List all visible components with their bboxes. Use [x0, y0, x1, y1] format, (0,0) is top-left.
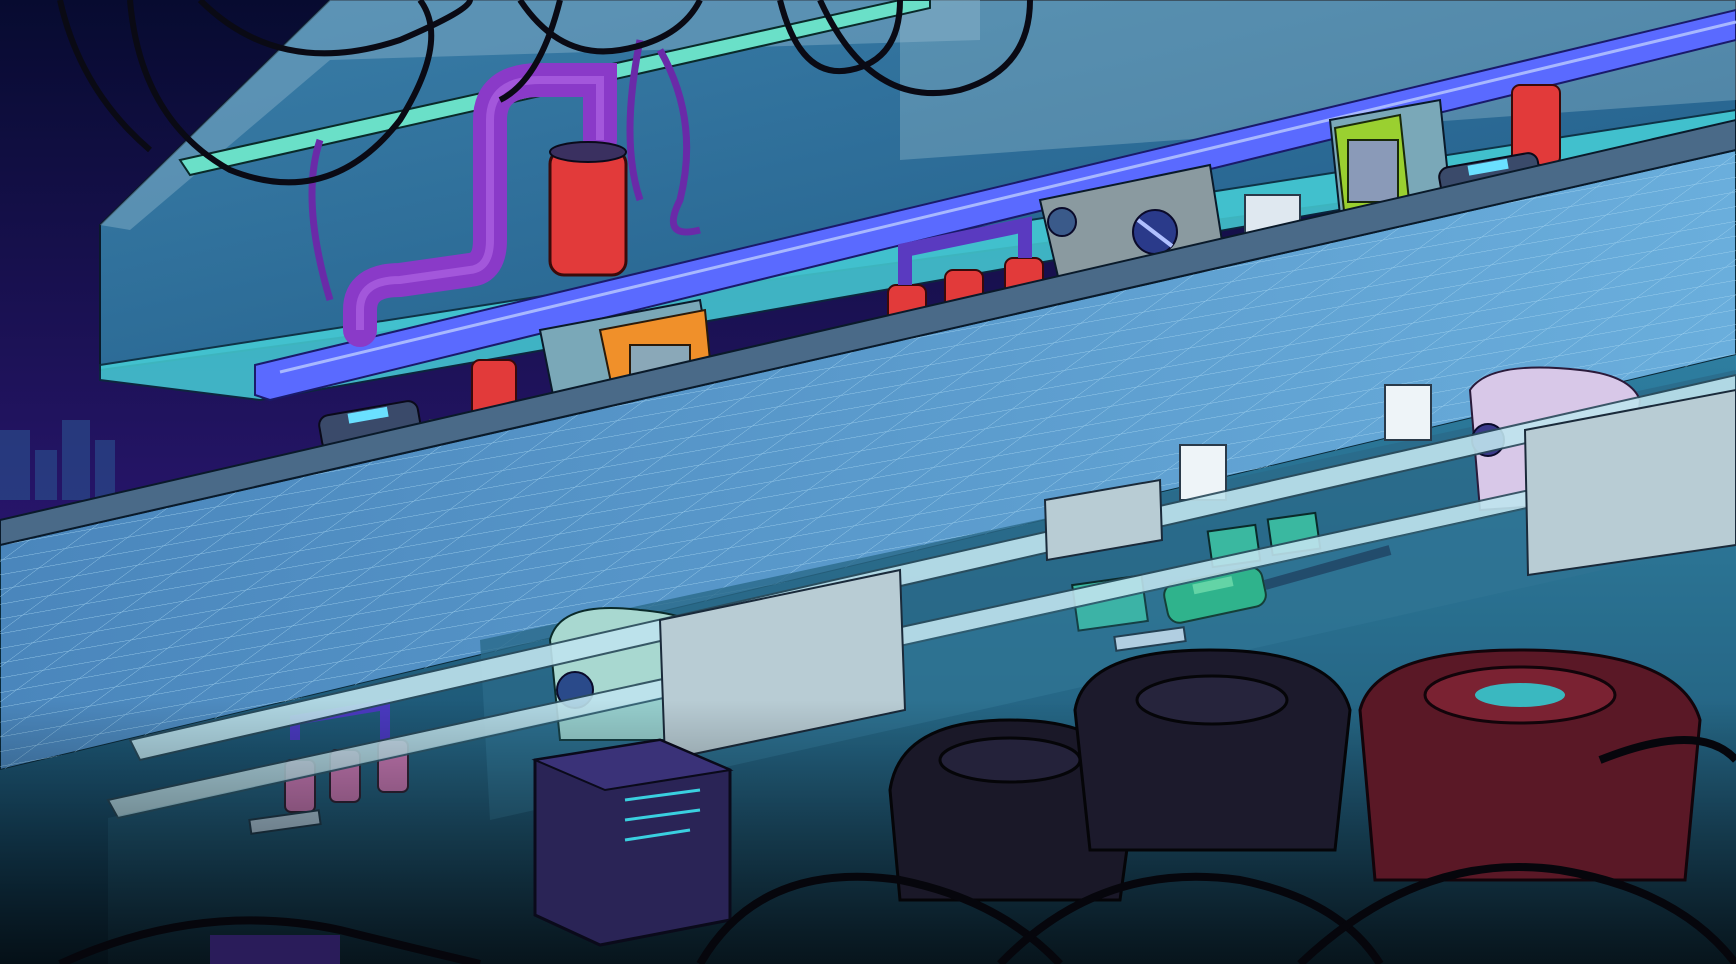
domed-pod-icon [1073, 648, 1352, 852]
dark-box [210, 935, 340, 964]
red-pod [1358, 648, 1702, 882]
red-fluid-tank-icon [1511, 84, 1561, 166]
factory-scene [0, 0, 1736, 964]
wall-panel-icon [1384, 384, 1432, 441]
red-fluid-tank-icon [548, 148, 628, 277]
purple-crate [531, 738, 734, 947]
